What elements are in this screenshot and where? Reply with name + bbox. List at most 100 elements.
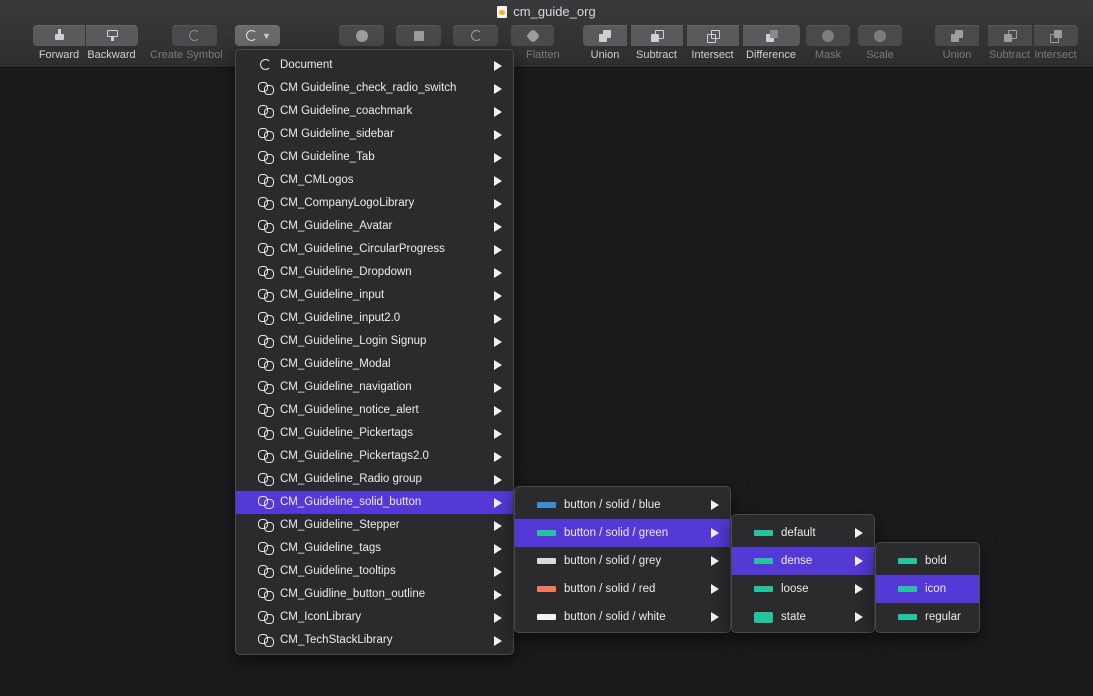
library-link-icon	[258, 220, 274, 233]
flatten-button[interactable]	[511, 25, 555, 46]
scale-label: Scale	[866, 49, 894, 61]
rotate-copies-button[interactable]	[339, 25, 384, 46]
menu-item-label: button / solid / blue	[564, 499, 661, 511]
submenu-arrow-icon	[494, 498, 502, 508]
insert-symbol-tool[interactable]: ▼	[235, 25, 280, 46]
symbol-thumbnail-icon	[754, 530, 773, 536]
menu-item-cm-guideline-pickertags[interactable]: CM_Guideline_Pickertags	[236, 422, 513, 445]
subtract-tool-2[interactable]: Subtract	[987, 25, 1032, 62]
menu-item-cm-guideline-stepper[interactable]: CM_Guideline_Stepper	[236, 514, 513, 537]
scale-button[interactable]	[858, 25, 902, 46]
menu-item-cm-guidline-button-outline[interactable]: CM_Guidline_button_outline	[236, 583, 513, 606]
rotate-copies-icon	[355, 29, 368, 42]
rotate-icon	[469, 29, 483, 42]
menu-item-label: CM_Guideline_tooltips	[280, 565, 396, 577]
subtract-button[interactable]	[631, 25, 683, 46]
menu-item-default[interactable]: default	[732, 519, 874, 547]
backward-tool[interactable]: Backward	[85, 25, 138, 62]
backward-button[interactable]	[86, 25, 138, 46]
menu-item-button-solid-white[interactable]: button / solid / white	[515, 603, 730, 631]
insert-symbol-dropdown[interactable]: ▼	[235, 25, 280, 46]
menu-item-cm-guideline-solid-button[interactable]: CM_Guideline_solid_button	[236, 491, 513, 514]
menu-item-cm-guideline-login-signup[interactable]: CM_Guideline_Login Signup	[236, 330, 513, 353]
union-button-2[interactable]	[935, 25, 979, 46]
menu-item-cm-guideline-radio-group[interactable]: CM_Guideline_Radio group	[236, 468, 513, 491]
submenu-arrow-icon	[494, 521, 502, 531]
menu-item-cm-guideline-navigation[interactable]: CM_Guideline_navigation	[236, 376, 513, 399]
menu-item-cm-guideline-modal[interactable]: CM_Guideline_Modal	[236, 353, 513, 376]
submenu-arrow-icon	[855, 584, 863, 594]
menu-item-label: CM_IconLibrary	[280, 611, 362, 623]
submenu-arrow-icon	[494, 337, 502, 347]
submenu-arrow-icon	[494, 590, 502, 600]
union-tool-2[interactable]: Union	[935, 25, 979, 62]
menu-item-dense[interactable]: dense	[732, 547, 874, 575]
mask-button[interactable]	[806, 25, 850, 46]
menu-item-button-solid-grey[interactable]: button / solid / grey	[515, 547, 730, 575]
menu-item-cm-guideline-check-radio-switch[interactable]: CM Guideline_check_radio_switch	[236, 77, 513, 100]
intersect-button[interactable]	[687, 25, 739, 46]
path-tool-3[interactable]	[453, 25, 498, 46]
mask-tool[interactable]: Mask	[806, 25, 850, 62]
menu-item-label: icon	[925, 583, 947, 595]
menu-item-button-solid-red[interactable]: button / solid / red	[515, 575, 730, 603]
submenu-arrow-icon	[855, 556, 863, 566]
submenu-arrow-icon	[494, 245, 502, 255]
menu-item-cm-guideline-input[interactable]: CM_Guideline_input	[236, 284, 513, 307]
path-tool-2[interactable]	[396, 25, 441, 46]
flatten-tool[interactable]: Flatten	[506, 25, 560, 62]
menu-item-button-solid-green[interactable]: button / solid / green	[515, 519, 730, 547]
forward-button[interactable]	[33, 25, 85, 46]
menu-item-button-solid-blue[interactable]: button / solid / blue	[515, 491, 730, 519]
submenu-arrow-icon	[494, 429, 502, 439]
menu-item-cm-iconlibrary[interactable]: CM_IconLibrary	[236, 606, 513, 629]
subtract-button-2[interactable]	[988, 25, 1032, 46]
menu-item-cm-cmlogos[interactable]: CM_CMLogos	[236, 169, 513, 192]
forward-label: Forward	[38, 49, 80, 61]
menu-item-cm-guideline-tags[interactable]: CM_Guideline_tags	[236, 537, 513, 560]
menu-item-cm-guideline-pickertags2-0[interactable]: CM_Guideline_Pickertags2.0	[236, 445, 513, 468]
menu-item-cm-guideline-avatar[interactable]: CM_Guideline_Avatar	[236, 215, 513, 238]
submenu-arrow-icon	[711, 612, 719, 622]
difference-button[interactable]	[743, 25, 800, 46]
rotate-button[interactable]	[453, 25, 498, 46]
intersect-button-2[interactable]	[1034, 25, 1078, 46]
submenu-arrow-icon	[494, 383, 502, 393]
menu-item-label: CM_Guideline_Pickertags2.0	[280, 450, 429, 462]
difference-tool[interactable]: Difference	[742, 25, 800, 62]
subtract-tool[interactable]: Subtract	[630, 25, 683, 62]
menu-item-label: CM_Guideline_navigation	[280, 381, 412, 393]
menu-item-cm-guideline-sidebar[interactable]: CM Guideline_sidebar	[236, 123, 513, 146]
menu-item-cm-guideline-input2-0[interactable]: CM_Guideline_input2.0	[236, 307, 513, 330]
transform-button[interactable]	[396, 25, 441, 46]
library-link-icon	[258, 381, 274, 394]
dense-button-submenu: bold icon regular	[875, 542, 980, 633]
flatten-icon	[525, 28, 540, 43]
menu-item-cm-guideline-circularprogress[interactable]: CM_Guideline_CircularProgress	[236, 238, 513, 261]
forward-tool[interactable]: Forward	[33, 25, 85, 62]
path-tool-1[interactable]	[339, 25, 384, 46]
menu-item-loose[interactable]: loose	[732, 575, 874, 603]
menu-item-bold[interactable]: bold	[876, 547, 979, 575]
menu-item-cm-guideline-coachmark[interactable]: CM Guideline_coachmark	[236, 100, 513, 123]
create-symbol-button[interactable]	[171, 25, 217, 46]
forward-icon	[52, 28, 66, 42]
menu-item-regular[interactable]: regular	[876, 603, 979, 631]
union-tool[interactable]: Union	[583, 25, 627, 62]
menu-item-cm-guideline-notice-alert[interactable]: CM_Guideline_notice_alert	[236, 399, 513, 422]
menu-item-cm-guideline-dropdown[interactable]: CM_Guideline_Dropdown	[236, 261, 513, 284]
menu-item-cm-guideline-tab[interactable]: CM Guideline_Tab	[236, 146, 513, 169]
menu-item-label: CM_Guideline_Stepper	[280, 519, 400, 531]
scale-tool[interactable]: Scale	[858, 25, 902, 62]
create-symbol-tool[interactable]: Create Symbol	[150, 25, 223, 62]
submenu-arrow-icon	[494, 199, 502, 209]
menu-item-state[interactable]: state	[732, 603, 874, 631]
menu-item-cm-companylogolibrary[interactable]: CM_CompanyLogoLibrary	[236, 192, 513, 215]
menu-item-icon[interactable]: icon	[876, 575, 979, 603]
intersect-tool-2[interactable]: Intersect	[1033, 25, 1078, 62]
menu-item-cm-techstacklibrary[interactable]: CM_TechStackLibrary	[236, 629, 513, 652]
intersect-tool[interactable]: Intersect	[686, 25, 739, 62]
menu-item-cm-guideline-tooltips[interactable]: CM_Guideline_tooltips	[236, 560, 513, 583]
menu-item-document[interactable]: Document	[236, 54, 513, 77]
union-button[interactable]	[583, 25, 627, 46]
